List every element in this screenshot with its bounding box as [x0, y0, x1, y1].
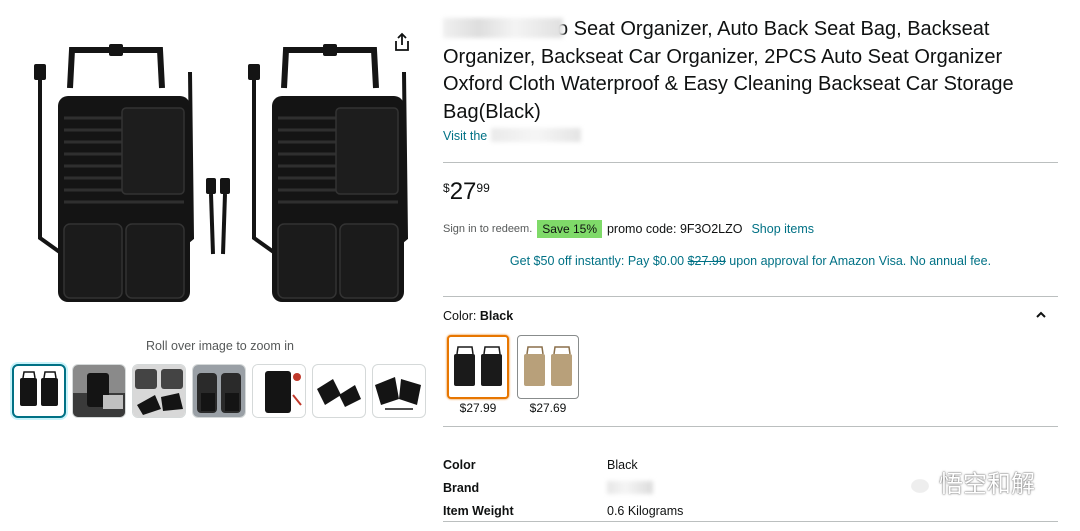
color-selector-label: Color: Black — [443, 309, 513, 323]
spec-value: 0.6 Kilograms — [607, 503, 684, 518]
price: $2799 — [443, 178, 490, 206]
thumbnail-6[interactable] — [312, 364, 366, 418]
visa-struck-price: $27.99 — [687, 254, 726, 268]
spec-key: Color — [443, 457, 476, 472]
share-button[interactable] — [388, 28, 416, 56]
wechat-icon — [897, 467, 932, 495]
selected-color: Black — [479, 309, 514, 323]
visit-store-prefix: Visit the — [443, 129, 488, 143]
redacted-brand-value — [607, 481, 653, 494]
seat-organizer-left — [34, 44, 195, 302]
spec-row-color: Color Black — [443, 453, 683, 476]
divider — [443, 296, 1058, 297]
thumbnail-1[interactable] — [12, 364, 66, 418]
zoom-hint: Roll over image to zoom in — [146, 339, 294, 353]
swatch-price: $27.69 — [529, 401, 567, 415]
thumbnail-strip — [12, 364, 426, 418]
redacted-store-name — [490, 128, 581, 142]
swatch-price: $27.99 — [459, 401, 497, 415]
redacted-brand — [443, 18, 563, 38]
chevron-up-icon[interactable] — [1034, 308, 1048, 322]
divider — [443, 162, 1058, 163]
price-whole: 27 — [449, 178, 477, 205]
visit-store-link[interactable]: Visit the — [443, 128, 581, 143]
swatch-image — [517, 335, 579, 399]
save-badge: Save 15% — [537, 220, 602, 238]
watermark: 悟空和解 — [897, 464, 1035, 499]
promo-code: promo code: 9F3O2LZO — [606, 222, 743, 236]
color-swatches: $27.99 $27.69 — [447, 335, 579, 415]
divider — [443, 521, 1058, 522]
spec-row-item-weight: Item Weight 0.6 Kilograms — [443, 499, 683, 522]
product-specs: Color Black Brand Item Weight 0.6 Kilogram… — [443, 453, 683, 522]
watermark-text: 悟空和解 — [939, 471, 1035, 498]
color-label: Color: — [443, 309, 477, 323]
visa-offer-link[interactable]: Get $50 off instantly: Pay $0.00 $27.99 … — [443, 254, 1058, 268]
thumbnail-2[interactable] — [72, 364, 126, 418]
center-buckle-straps — [206, 178, 230, 255]
swatch-black[interactable]: $27.99 — [447, 335, 509, 415]
product-title: o Seat Organizer, Auto Back Seat Bag, Ba… — [443, 16, 1058, 126]
thumbnail-4[interactable] — [192, 364, 246, 418]
thumbnail-7[interactable] — [372, 364, 426, 418]
spec-row-brand: Brand — [443, 476, 683, 499]
price-symbol: $ — [443, 181, 450, 195]
swatch-image — [447, 335, 509, 399]
spec-key: Item Weight — [443, 503, 514, 518]
price-fraction: 99 — [476, 181, 490, 195]
spec-value: Black — [607, 457, 638, 472]
spec-key: Brand — [443, 480, 480, 495]
swatch-khaki[interactable]: $27.69 — [517, 335, 579, 415]
thumbnail-3[interactable] — [132, 364, 186, 418]
visa-offer-text: Get $50 off instantly: Pay $0.00 — [509, 254, 688, 268]
main-product-image[interactable] — [10, 28, 430, 318]
share-icon — [395, 32, 409, 51]
divider — [443, 426, 1058, 427]
seat-organizer-right — [248, 44, 406, 302]
visa-offer-text-end: upon approval for Amazon Visa. No annual… — [725, 254, 992, 268]
thumbnail-5[interactable] — [252, 364, 306, 418]
sign-in-to-redeem: Sign in to redeem. — [443, 223, 533, 235]
promo-row: Sign in to redeem. Save 15% promo code: … — [443, 220, 814, 238]
shop-items-link[interactable]: Shop items — [751, 222, 814, 236]
